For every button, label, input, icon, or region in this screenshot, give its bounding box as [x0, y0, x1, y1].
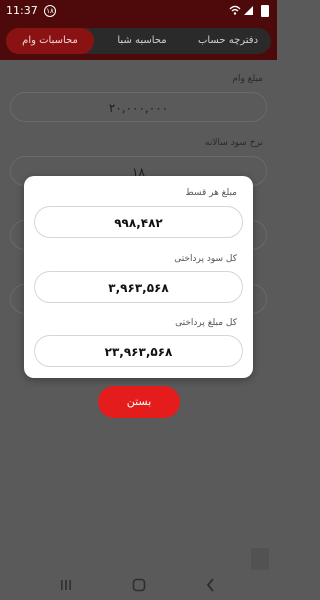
- back-icon[interactable]: [203, 577, 219, 593]
- home-icon[interactable]: [131, 577, 147, 593]
- recents-icon[interactable]: [58, 577, 74, 593]
- tab-sheba-calculation[interactable]: محاسبه شبا: [101, 28, 183, 54]
- total-payment-field: ۲۳,۹۶۳,۵۶۸: [34, 335, 243, 367]
- system-nav-bar: [0, 570, 277, 600]
- notification-badge: ۱۸: [44, 5, 56, 17]
- tab-loan-calculations[interactable]: محاسبات وام: [6, 28, 94, 54]
- battery-icon: [261, 5, 269, 17]
- signal-icon: [244, 6, 253, 15]
- close-button[interactable]: بستن: [98, 386, 180, 418]
- tab-bar: محاسبات وام محاسبه شبا دفترچه حساب: [6, 28, 271, 54]
- app-header: محاسبات وام محاسبه شبا دفترچه حساب: [0, 22, 277, 60]
- loan-amount-field[interactable]: ۲۰,۰۰۰,۰۰۰: [10, 92, 267, 122]
- total-payment-label: کل مبلغ پرداختی: [175, 318, 237, 328]
- wifi-icon: [229, 5, 241, 15]
- installment-field: ۹۹۸,۴۸۲: [34, 206, 243, 238]
- total-interest-label: کل سود پرداختی: [174, 254, 237, 264]
- total-interest-field: ۳,۹۶۳,۵۶۸: [34, 271, 243, 303]
- installment-label: مبلغ هر قسط: [185, 188, 237, 198]
- loan-amount-label: مبلغ وام: [232, 74, 263, 84]
- status-time: 11:37: [6, 4, 38, 17]
- result-dialog: مبلغ هر قسط ۹۹۸,۴۸۲ کل سود پرداختی ۳,۹۶۳…: [24, 176, 253, 378]
- interest-rate-label: نرخ سود سالانه: [205, 138, 263, 148]
- tab-account-book[interactable]: دفترچه حساب: [191, 28, 265, 54]
- status-bar: 11:37 ۱۸: [0, 0, 277, 22]
